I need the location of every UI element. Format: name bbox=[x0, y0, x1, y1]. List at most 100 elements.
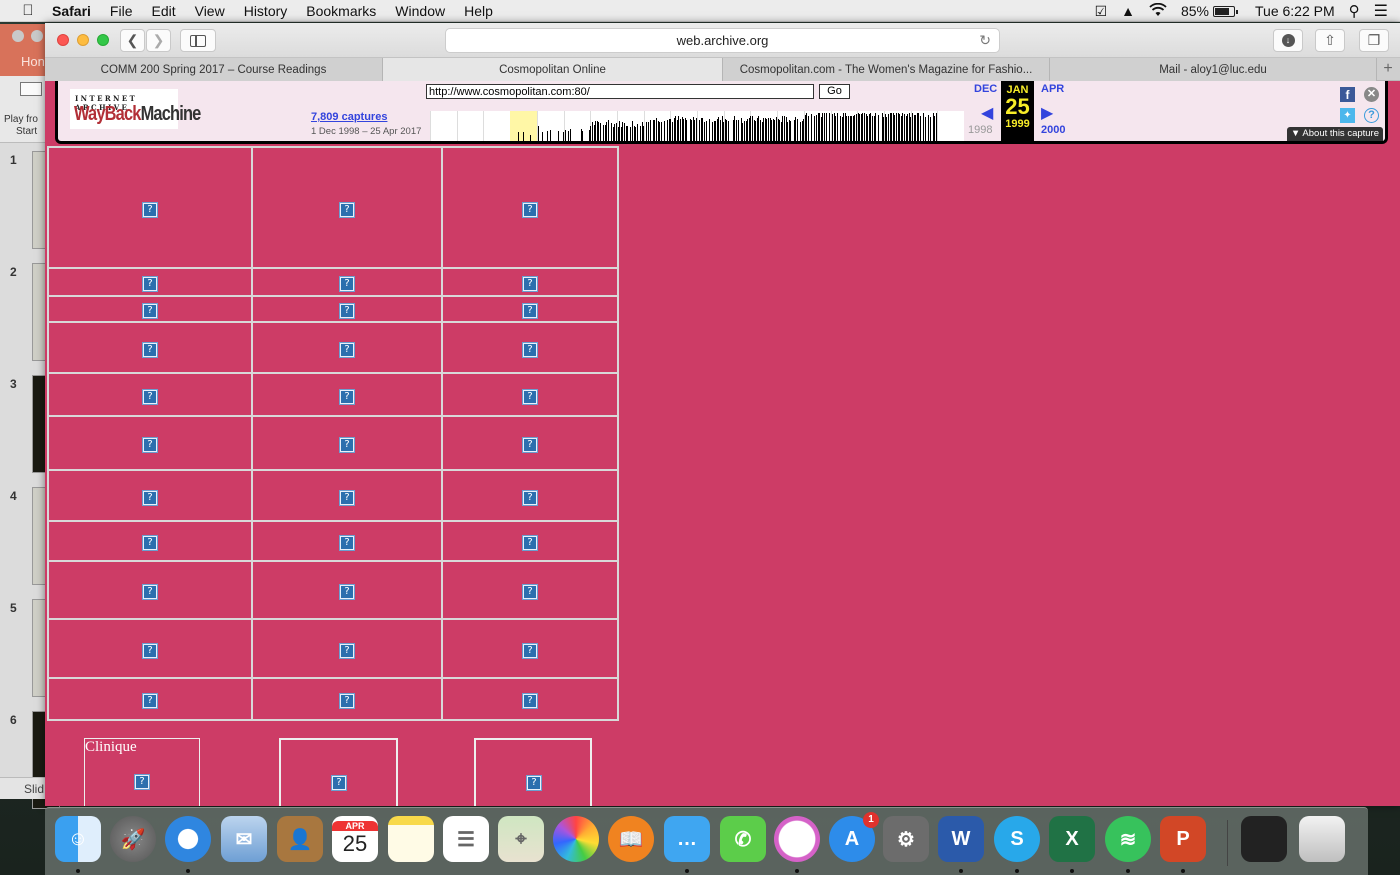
sidebar-toggle-button[interactable] bbox=[180, 29, 216, 52]
clock[interactable]: Tue 6:22 PM bbox=[1255, 3, 1335, 19]
capture-sparkline[interactable] bbox=[430, 111, 964, 141]
sponsor-box[interactable]: ? bbox=[474, 738, 592, 806]
broken-image-icon[interactable]: ? bbox=[523, 389, 537, 404]
dock-app-app-store[interactable]: A1 bbox=[829, 812, 879, 862]
broken-image-icon[interactable]: ? bbox=[340, 342, 354, 357]
dock-app-reminders[interactable]: ☰ bbox=[443, 816, 489, 862]
tab-cosmopolitan-com[interactable]: Cosmopolitan.com - The Women's Magazine … bbox=[723, 58, 1050, 81]
new-tab-button[interactable]: + bbox=[1377, 58, 1399, 80]
zoom-window-button[interactable] bbox=[97, 34, 109, 46]
menu-history[interactable]: History bbox=[244, 3, 288, 19]
broken-image-icon[interactable]: ? bbox=[340, 490, 354, 505]
broken-image-icon[interactable]: ? bbox=[523, 585, 537, 599]
next-capture-arrow-icon[interactable]: ▶ bbox=[1041, 103, 1053, 123]
dock-app-contacts[interactable]: 👤 bbox=[277, 816, 323, 862]
dock-app-messages[interactable]: … bbox=[664, 816, 710, 862]
sponsor-box[interactable]: ? bbox=[279, 738, 398, 806]
go-button[interactable]: Go bbox=[819, 84, 850, 99]
menu-window[interactable]: Window bbox=[395, 3, 445, 19]
broken-image-icon[interactable]: ? bbox=[143, 438, 157, 452]
menu-edit[interactable]: Edit bbox=[151, 3, 175, 19]
dock-app-skype[interactable]: S bbox=[994, 816, 1040, 862]
broken-image-icon[interactable]: ? bbox=[340, 277, 354, 291]
broken-image-icon[interactable]: ? bbox=[143, 304, 157, 318]
task-check-icon[interactable]: ☑ bbox=[1095, 3, 1108, 20]
share-button[interactable]: ⇧ bbox=[1315, 29, 1345, 52]
dock-app-notes[interactable] bbox=[388, 816, 434, 862]
ribbon-tab-home[interactable]: Hon bbox=[21, 54, 45, 69]
broken-image-icon[interactable]: ? bbox=[340, 585, 354, 599]
battery-status[interactable]: 85% bbox=[1181, 3, 1239, 19]
broken-image-icon[interactable]: ? bbox=[523, 438, 537, 452]
downloads-button[interactable]: ↓ bbox=[1273, 29, 1303, 52]
apple-menu-icon[interactable]:  bbox=[18, 2, 38, 19]
broken-image-icon[interactable]: ? bbox=[143, 389, 157, 404]
dock-app-microsoft-excel[interactable]: X bbox=[1049, 816, 1095, 862]
back-button[interactable]: ❮ bbox=[120, 29, 145, 52]
menu-app-name[interactable]: Safari bbox=[52, 3, 91, 19]
broken-image-icon[interactable]: ? bbox=[340, 694, 354, 708]
broken-image-icon[interactable]: ? bbox=[143, 490, 157, 505]
address-bar[interactable]: web.archive.org ↻ bbox=[445, 28, 1000, 53]
broken-image-icon[interactable]: ? bbox=[523, 304, 537, 318]
broken-image-icon[interactable]: ? bbox=[143, 536, 157, 550]
broken-image-icon[interactable]: ? bbox=[135, 775, 149, 789]
prev-year-link[interactable]: 1998 bbox=[968, 124, 992, 136]
broken-image-icon[interactable]: ? bbox=[523, 536, 537, 550]
dock-app-mail[interactable]: ✉ bbox=[221, 816, 267, 862]
broken-image-icon[interactable]: ? bbox=[340, 304, 354, 318]
dock-app-itunes[interactable]: ♫ bbox=[774, 816, 820, 862]
prev-month-link[interactable]: DEC bbox=[974, 83, 997, 95]
dock-app-ibooks[interactable]: 📖 bbox=[608, 816, 654, 862]
tab-cosmopolitan-online[interactable]: Cosmopolitan Online bbox=[383, 58, 723, 81]
dock-app-maps[interactable]: ⌖ bbox=[498, 816, 544, 862]
sponsor-box[interactable]: Clinique ? bbox=[84, 738, 200, 806]
dock-app-system-preferences[interactable]: ⚙ bbox=[883, 816, 929, 862]
broken-image-icon[interactable]: ? bbox=[523, 490, 537, 505]
next-month-link[interactable]: APR bbox=[1041, 83, 1064, 95]
help-icon[interactable]: ? bbox=[1364, 108, 1379, 123]
facebook-share-icon[interactable]: f bbox=[1340, 87, 1355, 102]
minimize-window-button[interactable] bbox=[77, 34, 89, 46]
reload-icon[interactable]: ↻ bbox=[979, 32, 991, 49]
broken-image-icon[interactable]: ? bbox=[143, 643, 157, 658]
menu-view[interactable]: View bbox=[195, 3, 225, 19]
window-close-button[interactable] bbox=[12, 30, 24, 42]
broken-image-icon[interactable]: ? bbox=[523, 643, 537, 658]
broken-image-icon[interactable]: ? bbox=[143, 202, 157, 217]
notification-center-icon[interactable]: ☰ bbox=[1374, 1, 1388, 21]
broken-image-icon[interactable]: ? bbox=[523, 277, 537, 291]
dock-app-finder[interactable]: ☺ bbox=[55, 816, 101, 862]
about-this-capture-button[interactable]: ▼ About this capture bbox=[1286, 127, 1383, 141]
twitter-share-icon[interactable]: ✦ bbox=[1340, 108, 1355, 123]
captures-link[interactable]: 7,809 captures bbox=[311, 111, 387, 123]
spotlight-search-icon[interactable]: ⚲ bbox=[1349, 2, 1360, 20]
broken-image-icon[interactable]: ? bbox=[143, 277, 157, 291]
dock-app-spotify-window[interactable] bbox=[1241, 816, 1287, 862]
broken-image-icon[interactable]: ? bbox=[340, 202, 354, 217]
broken-image-icon[interactable]: ? bbox=[523, 202, 537, 217]
menu-help[interactable]: Help bbox=[464, 3, 493, 19]
broken-image-icon[interactable]: ? bbox=[340, 389, 354, 404]
close-window-button[interactable] bbox=[57, 34, 69, 46]
broken-image-icon[interactable]: ? bbox=[340, 643, 354, 658]
tab-overview-button[interactable]: ❐ bbox=[1359, 29, 1389, 52]
menu-file[interactable]: File bbox=[110, 3, 133, 19]
broken-image-icon[interactable]: ? bbox=[143, 342, 157, 357]
broken-image-icon[interactable]: ? bbox=[143, 694, 157, 708]
window-minimize-button[interactable] bbox=[31, 30, 43, 42]
dock-app-microsoft-word[interactable]: W bbox=[938, 816, 984, 862]
prev-capture-arrow-icon[interactable]: ◀ bbox=[981, 103, 993, 123]
play-from-start-icon[interactable] bbox=[20, 82, 42, 96]
broken-image-icon[interactable]: ? bbox=[340, 536, 354, 550]
dock-app-photos[interactable] bbox=[553, 816, 599, 862]
dock-app-launchpad[interactable]: 🚀 bbox=[110, 816, 156, 862]
forward-button[interactable]: ❯ bbox=[146, 29, 171, 52]
broken-image-icon[interactable]: ? bbox=[527, 776, 541, 790]
dock-app-trash[interactable] bbox=[1299, 816, 1345, 862]
menu-bookmarks[interactable]: Bookmarks bbox=[306, 3, 376, 19]
wifi-icon[interactable] bbox=[1149, 2, 1167, 20]
dock-app-facetime[interactable]: ✆ bbox=[720, 816, 766, 862]
close-toolbar-icon[interactable]: ✕ bbox=[1364, 87, 1379, 102]
dock-app-calendar[interactable]: APR 25 bbox=[332, 816, 378, 862]
